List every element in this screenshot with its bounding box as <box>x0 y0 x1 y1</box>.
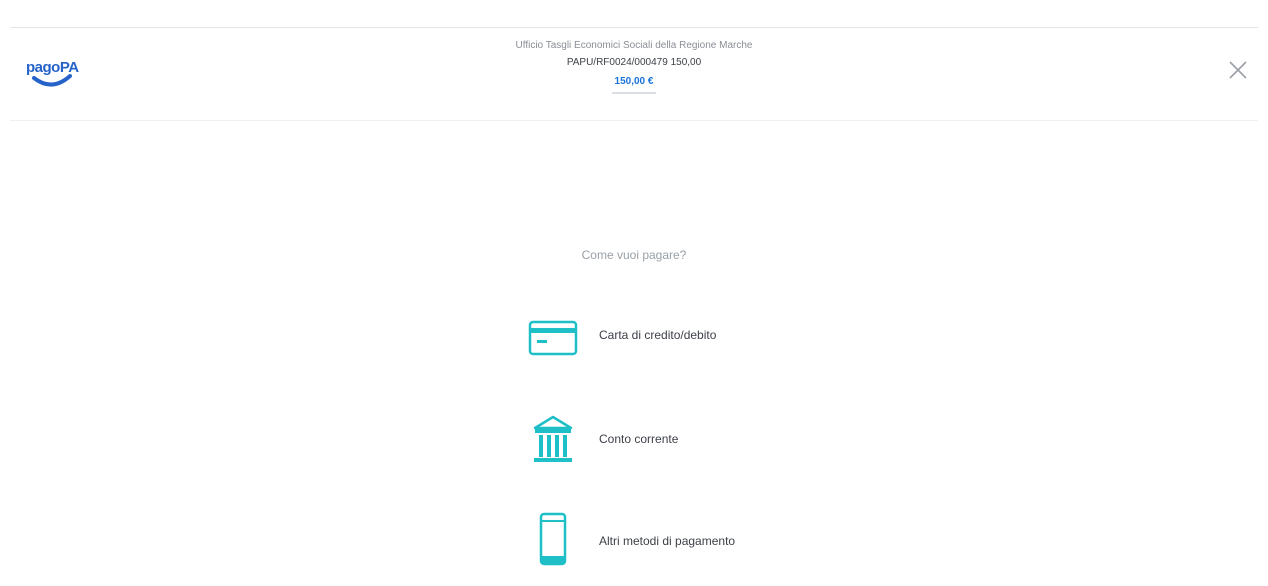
amount-underline <box>612 92 656 94</box>
notice-code: PAPU/RF0024/000479 150,00 <box>566 57 702 68</box>
payment-header: pagoPA Ufficio Tasgli Economici Sociali … <box>0 28 1268 120</box>
method-label: Carta di credito/debito <box>599 328 717 342</box>
method-label: Conto corrente <box>599 432 679 446</box>
credit-card-icon <box>525 310 581 366</box>
method-other[interactable]: Altri metodi di pagamento <box>525 512 845 568</box>
close-button[interactable] <box>1226 58 1250 82</box>
header-divider <box>10 120 1258 121</box>
payment-method-question: Come vuoi pagare? <box>581 248 687 262</box>
smartphone-icon <box>525 512 581 568</box>
close-icon <box>1229 61 1247 79</box>
bank-icon <box>525 412 581 468</box>
creditor-name: Ufficio Tasgli Economici Sociali della R… <box>515 40 753 51</box>
method-bank-account[interactable]: Conto corrente <box>525 412 845 468</box>
payment-summary: Ufficio Tasgli Economici Sociali della R… <box>0 40 1268 94</box>
payment-amount: 150,00 € <box>614 76 654 87</box>
method-label: Altri metodi di pagamento <box>599 534 736 548</box>
method-credit-card[interactable]: Carta di credito/debito <box>525 310 845 366</box>
